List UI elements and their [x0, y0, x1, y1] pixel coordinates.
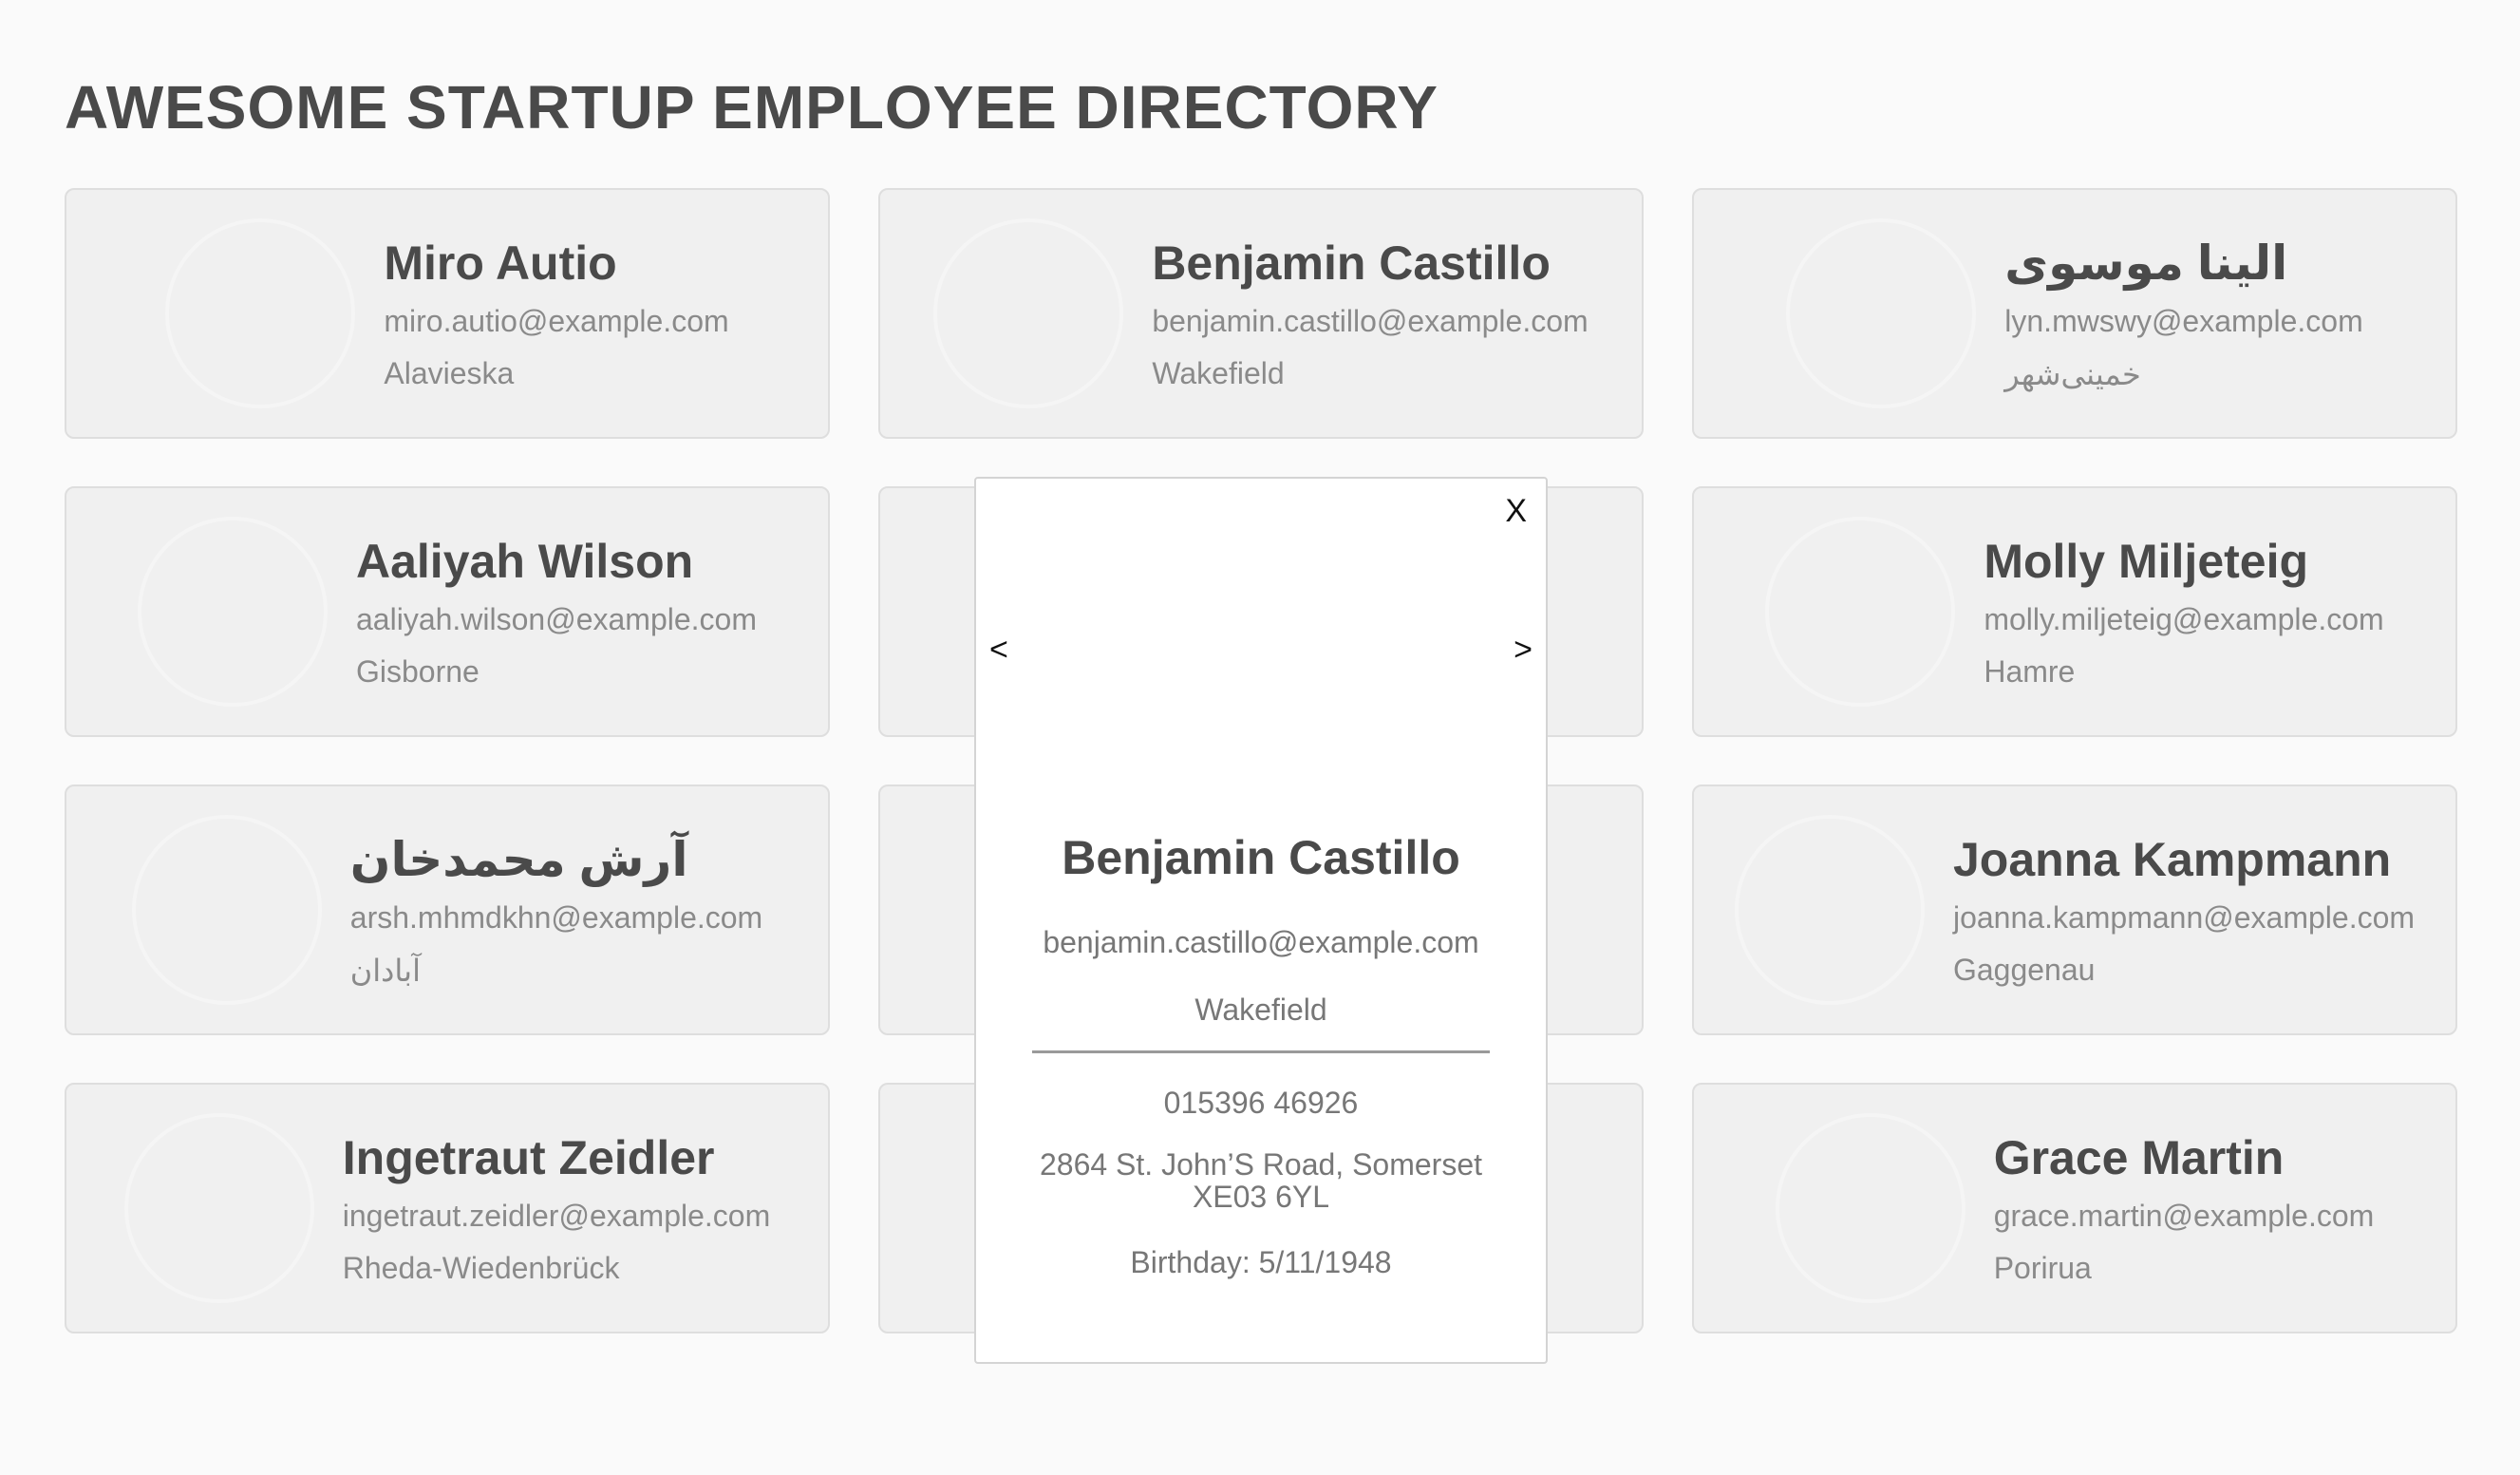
employee-info: Grace Martin grace.martin@example.com Po… [1994, 1130, 2375, 1286]
modal-phone: 015396 46926 [1163, 1086, 1359, 1120]
employee-name: Joanna Kampmann [1952, 833, 2392, 886]
employee-email: benjamin.castillo@example.com [1152, 304, 1589, 338]
divider [1032, 1050, 1490, 1053]
next-button[interactable]: > [1508, 631, 1538, 670]
employee-email: joanna.kampmann@example.com [1952, 900, 2416, 935]
employee-info: آرش محمدخان arsh.mhmdkhn@example.com آبا… [350, 832, 762, 989]
employee-city: Rheda-Wiedenbrück [342, 1251, 620, 1285]
modal-birthday: Birthday: 5/11/1948 [1130, 1245, 1392, 1280]
page-title: AWESOME STARTUP EMPLOYEE DIRECTORY [65, 73, 1439, 142]
employee-card[interactable]: Aaliyah Wilson aaliyah.wilson@example.co… [65, 486, 830, 737]
avatar [1765, 517, 1955, 707]
employee-email: miro.autio@example.com [384, 304, 729, 338]
avatar [132, 815, 322, 1005]
employee-name: Ingetraut Zeidler [342, 1131, 715, 1184]
avatar [1786, 218, 1976, 408]
employee-city: Hamre [1984, 654, 2076, 689]
employee-email: ingetraut.zeidler@example.com [342, 1199, 771, 1233]
close-button[interactable]: X [1499, 492, 1533, 531]
employee-name: آرش محمدخان [349, 832, 688, 886]
employee-city: Gisborne [356, 654, 480, 689]
employee-card[interactable]: الینا موسوی lyn.mwswy@example.com خمینی‌… [1692, 188, 2457, 439]
employee-city: Gaggenau [1952, 953, 2096, 987]
avatar [933, 218, 1123, 408]
avatar [1139, 538, 1382, 781]
employee-card[interactable]: Grace Martin grace.martin@example.com Po… [1692, 1083, 2457, 1333]
employee-card[interactable]: Benjamin Castillo benjamin.castillo@exam… [878, 188, 1644, 439]
employee-info: Molly Miljeteig molly.miljeteig@example.… [1984, 534, 2383, 690]
avatar [124, 1113, 314, 1303]
employee-name: الینا موسوی [2004, 236, 2288, 290]
employee-card[interactable]: Ingetraut Zeidler ingetraut.zeidler@exam… [65, 1083, 830, 1333]
employee-info: Aaliyah Wilson aaliyah.wilson@example.co… [356, 534, 757, 690]
modal-address: 2864 St. John’S Road, Somerset XE03 6YL [1039, 1147, 1483, 1214]
modal-name: Benjamin Castillo [1062, 831, 1460, 884]
employee-info: Ingetraut Zeidler ingetraut.zeidler@exam… [343, 1130, 770, 1286]
modal-city: Wakefield [1194, 993, 1327, 1027]
employee-modal: X < > Benjamin Castillo benjamin.castill… [974, 477, 1548, 1364]
employee-name: Benjamin Castillo [1152, 236, 1551, 290]
employee-card[interactable]: Joanna Kampmann joanna.kampmann@example.… [1692, 785, 2457, 1035]
employee-info: الینا موسوی lyn.mwswy@example.com خمینی‌… [2004, 236, 2362, 392]
employee-city: آبادان [349, 953, 421, 988]
employee-info: Joanna Kampmann joanna.kampmann@example.… [1953, 832, 2415, 988]
avatar [1735, 815, 1925, 1005]
employee-name: Aaliyah Wilson [356, 535, 694, 588]
avatar [1776, 1113, 1965, 1303]
employee-city: Alavieska [384, 356, 515, 390]
employee-city: Wakefield [1152, 356, 1285, 390]
employee-card[interactable]: Molly Miljeteig molly.miljeteig@example.… [1692, 486, 2457, 737]
previous-button[interactable]: < [984, 631, 1014, 670]
employee-info: Benjamin Castillo benjamin.castillo@exam… [1152, 236, 1588, 391]
employee-name: Grace Martin [1993, 1131, 2285, 1184]
employee-card[interactable]: Miro Autio miro.autio@example.com Alavie… [65, 188, 830, 439]
employee-email: aaliyah.wilson@example.com [356, 602, 757, 636]
avatar [138, 517, 328, 707]
employee-name: Molly Miljeteig [1984, 535, 2309, 588]
employee-card[interactable]: آرش محمدخان arsh.mhmdkhn@example.com آبا… [65, 785, 830, 1035]
employee-email: arsh.mhmdkhn@example.com [349, 899, 763, 935]
employee-city: Porirua [1993, 1251, 2092, 1285]
modal-email: benjamin.castillo@example.com [1043, 925, 1479, 959]
avatar [165, 218, 355, 408]
employee-info: Miro Autio miro.autio@example.com Alavie… [384, 236, 728, 391]
employee-email: molly.miljeteig@example.com [1984, 602, 2384, 636]
employee-city: خمینی‌شهر [2004, 356, 2141, 391]
employee-email: grace.martin@example.com [1993, 1199, 2375, 1233]
employee-name: Miro Autio [384, 236, 617, 290]
employee-email: lyn.mwswy@example.com [2004, 303, 2363, 338]
